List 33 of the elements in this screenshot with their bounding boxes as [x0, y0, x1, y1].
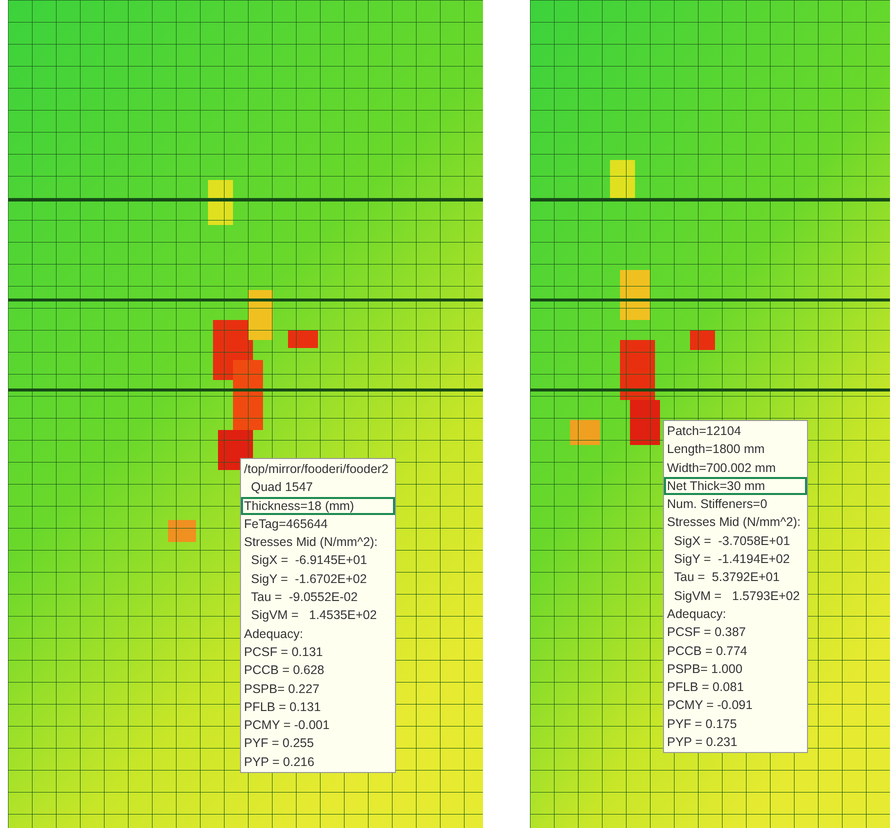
- tooltip-line: PYF = 0.175: [666, 716, 738, 733]
- tooltip-line: PCMY = -0.001: [243, 717, 331, 734]
- tooltip-line: Tau = 5.3792E+01: [673, 569, 781, 586]
- tooltip-line: PCSF = 0.131: [243, 644, 324, 661]
- tooltip-line: Num. Stiffeners=0: [666, 496, 768, 514]
- tooltip-line: Quad 1547: [250, 479, 314, 496]
- tooltip-line: PYF = 0.255: [243, 735, 315, 752]
- tooltip-line: PSPB= 0.227: [243, 680, 320, 698]
- tooltip-line: Stresses Mid (N/mm^2):: [243, 534, 379, 552]
- tooltip-line: PFLB = 0.131: [243, 698, 322, 716]
- tooltip-line: SigVM = 1.4535E+02: [250, 607, 378, 624]
- tooltip-line: PCCB = 0.628: [243, 662, 326, 680]
- tooltip-line: PCMY = -0.091: [666, 697, 754, 714]
- tooltip-line: PCSF = 0.387: [666, 624, 747, 642]
- tooltip-line: Adequacy:: [666, 606, 728, 623]
- tooltip-line: FeTag=465644: [243, 516, 329, 533]
- tooltip-line: Patch=12104: [666, 423, 742, 440]
- tooltip-line: SigX = -3.7058E+01: [673, 532, 792, 550]
- tooltip-line: Length=1800 mm: [666, 441, 766, 458]
- tooltip-line: PYP = 0.216: [243, 754, 316, 771]
- tooltip-line: SigVM = 1.5793E+02: [673, 588, 801, 605]
- tooltip-line: SigY = -1.6702E+02: [250, 570, 368, 588]
- tooltip-line: /top/mirror/fooderi/fooder2: [243, 461, 390, 478]
- tooltip-line: Width=700.002 mm: [666, 460, 777, 477]
- tooltip-line: PFLB = 0.081: [666, 679, 745, 696]
- tooltip-line: PSPB= 1.000: [666, 660, 744, 678]
- tooltip-line: SigY = -1.4194E+02: [673, 551, 791, 568]
- tooltip-line: Tau = -9.0552E-02: [250, 589, 359, 606]
- tooltip-line: Adequacy:: [243, 626, 304, 643]
- tooltip-line: PCCB = 0.774: [666, 642, 748, 660]
- tooltip-line: PYP = 0.231: [666, 734, 738, 752]
- tooltip-line: Stresses Mid (N/mm^2):: [666, 514, 802, 532]
- tooltip-line: SigX = -6.9145E+01: [250, 552, 368, 570]
